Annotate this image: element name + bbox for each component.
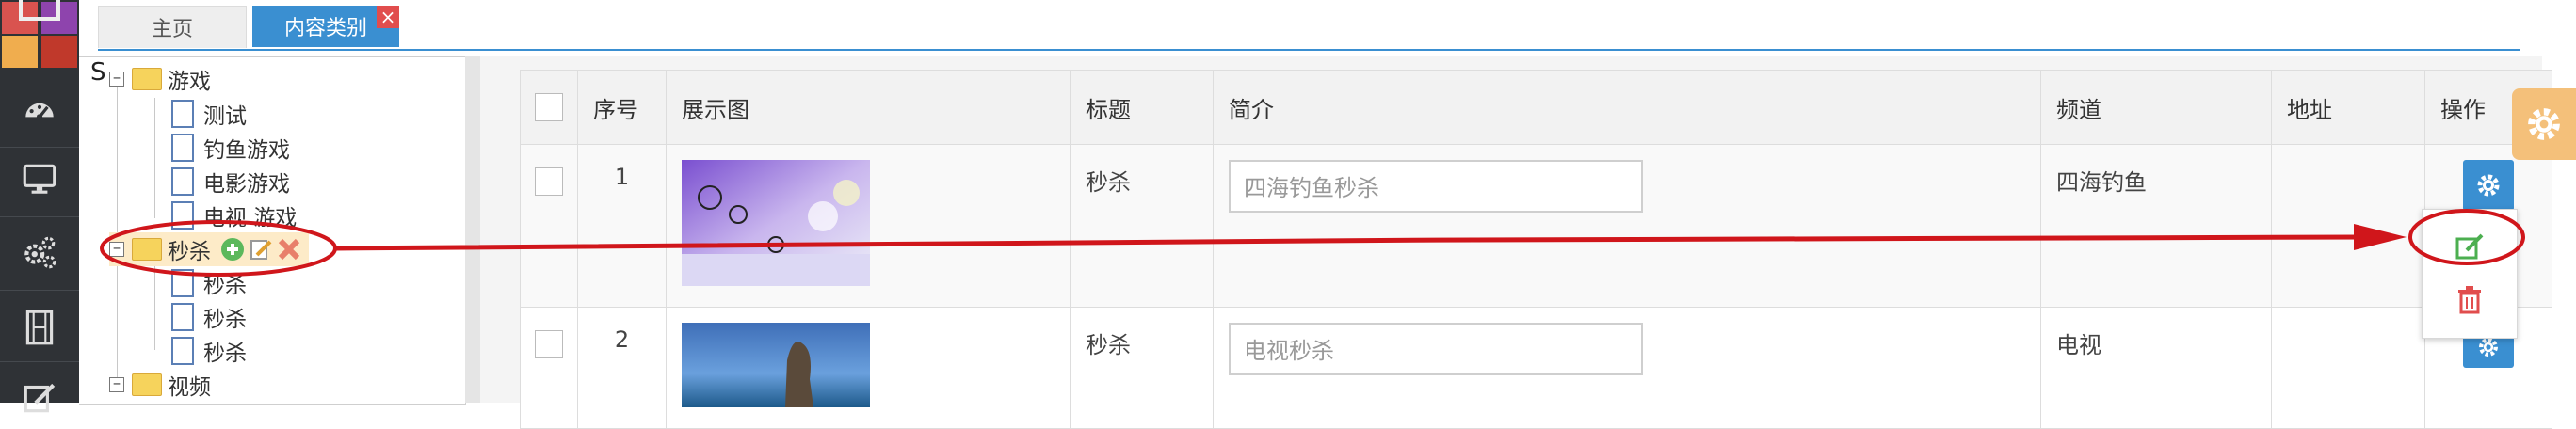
tree-item-flash-sale-3[interactable]: 秒杀 bbox=[171, 334, 247, 368]
dropdown-edit-item[interactable] bbox=[2451, 229, 2488, 266]
cogs-icon[interactable] bbox=[0, 224, 79, 280]
row-select-cell bbox=[520, 144, 578, 308]
tree-item-fishing-game[interactable]: 钓鱼游戏 bbox=[171, 131, 290, 165]
tab-home[interactable]: 主页 bbox=[98, 6, 247, 48]
tree-folder-flash-sale[interactable]: − 秒杀 bbox=[109, 232, 309, 266]
tab-close-button[interactable]: × bbox=[377, 6, 399, 28]
tree-item-flash-sale-2[interactable]: 秒杀 bbox=[171, 300, 247, 334]
column-header-intro[interactable]: 简介 bbox=[1213, 70, 2041, 145]
tab-underline bbox=[98, 49, 2520, 51]
row-checkbox[interactable] bbox=[535, 330, 563, 358]
tree-item-label: 秒杀 bbox=[203, 342, 247, 366]
document-icon bbox=[171, 134, 194, 162]
row-checkbox[interactable] bbox=[535, 167, 563, 196]
collapse-toggle-icon[interactable]: − bbox=[109, 377, 124, 392]
document-icon bbox=[171, 201, 194, 230]
document-icon bbox=[171, 303, 194, 331]
column-header-channel[interactable]: 频道 bbox=[2040, 70, 2272, 145]
document-icon bbox=[171, 269, 194, 297]
tree-item-movie-game[interactable]: 电影游戏 bbox=[171, 165, 290, 199]
tree-item-label: 电视 游戏 bbox=[203, 206, 298, 230]
document-icon bbox=[171, 100, 194, 128]
delete-icon[interactable] bbox=[277, 237, 301, 262]
add-icon[interactable] bbox=[220, 237, 245, 262]
edit-icon[interactable] bbox=[0, 369, 79, 425]
table-row: 2 秒杀 电视秒杀 电视 bbox=[520, 307, 2552, 429]
tree-item-flash-sale-1[interactable]: 秒杀 bbox=[171, 266, 247, 300]
dropdown-delete-item[interactable] bbox=[2451, 281, 2488, 319]
settings-side-tab[interactable] bbox=[2512, 88, 2576, 160]
select-all-checkbox[interactable] bbox=[535, 93, 563, 121]
content-table: 序号 展示图 标题 简介 频道 地址 操作 1 秒杀 四海钓鱼秒杀 四海钓鱼 2… bbox=[520, 70, 2552, 429]
row-index: 2 bbox=[577, 307, 667, 429]
folder-icon bbox=[132, 373, 162, 396]
row-select-cell bbox=[520, 307, 578, 429]
gear-icon bbox=[2477, 174, 2500, 197]
trash-icon bbox=[2458, 286, 2481, 314]
row-intro-cell: 四海钓鱼秒杀 bbox=[1213, 144, 2041, 308]
row-image-cell bbox=[666, 307, 1071, 429]
tree-item-test[interactable]: 测试 bbox=[171, 97, 247, 131]
row-index: 1 bbox=[577, 144, 667, 308]
tree-root-marker: S bbox=[90, 58, 106, 87]
collapse-toggle-icon[interactable]: − bbox=[109, 72, 124, 87]
tree-folder-label: 游戏 bbox=[168, 70, 211, 94]
row-address bbox=[2271, 307, 2425, 429]
row-action-dropdown bbox=[2422, 209, 2518, 339]
row-image-cell bbox=[666, 144, 1071, 308]
document-icon bbox=[171, 337, 194, 365]
tree-item-label: 钓鱼游戏 bbox=[203, 138, 290, 163]
collapse-toggle-icon[interactable]: − bbox=[109, 242, 124, 257]
tree-item-label: 秒杀 bbox=[203, 274, 247, 298]
folder-icon bbox=[132, 68, 162, 90]
left-sidebar bbox=[0, 0, 79, 413]
app-logo bbox=[0, 0, 79, 68]
column-header-image[interactable]: 展示图 bbox=[666, 70, 1071, 145]
gear-icon bbox=[2528, 108, 2560, 140]
dashboard-icon[interactable] bbox=[0, 81, 79, 137]
film-icon[interactable] bbox=[0, 299, 79, 356]
row-action-button[interactable] bbox=[2463, 160, 2514, 211]
document-icon bbox=[171, 167, 194, 196]
display-image-thumbnail[interactable] bbox=[682, 160, 870, 286]
monitor-icon[interactable] bbox=[0, 151, 79, 207]
column-header-title[interactable]: 标题 bbox=[1070, 70, 1214, 145]
table-header-row: 序号 展示图 标题 简介 频道 地址 操作 bbox=[520, 70, 2552, 145]
tree-folder-video[interactable]: − 视频 bbox=[109, 368, 211, 402]
tree-item-label: 测试 bbox=[203, 104, 247, 129]
intro-textarea[interactable]: 电视秒杀 bbox=[1229, 323, 1643, 375]
tree-folder-games[interactable]: − 游戏 bbox=[109, 62, 211, 96]
display-image-thumbnail[interactable] bbox=[682, 323, 870, 407]
column-header-index[interactable]: 序号 bbox=[577, 70, 667, 145]
tree-item-label: 电影游戏 bbox=[203, 172, 290, 197]
row-title: 秒杀 bbox=[1070, 144, 1214, 308]
row-title: 秒杀 bbox=[1070, 307, 1214, 429]
row-channel: 四海钓鱼 bbox=[2040, 144, 2272, 308]
tree-item-tv-game[interactable]: 电视 游戏 bbox=[171, 199, 297, 232]
edit-icon bbox=[2455, 233, 2484, 260]
row-channel: 电视 bbox=[2040, 307, 2272, 429]
tree-item-label: 秒杀 bbox=[203, 308, 247, 332]
edit-icon[interactable] bbox=[249, 237, 273, 262]
row-address bbox=[2271, 144, 2425, 308]
folder-icon bbox=[132, 238, 162, 261]
intro-textarea[interactable]: 四海钓鱼秒杀 bbox=[1229, 160, 1643, 213]
table-row: 1 秒杀 四海钓鱼秒杀 四海钓鱼 bbox=[520, 144, 2552, 308]
tree-folder-label: 视频 bbox=[168, 375, 211, 400]
row-intro-cell: 电视秒杀 bbox=[1213, 307, 2041, 429]
panel-splitter[interactable] bbox=[465, 56, 480, 403]
tree-folder-label: 秒杀 bbox=[168, 240, 211, 264]
select-all-cell bbox=[520, 70, 578, 145]
column-header-address[interactable]: 地址 bbox=[2271, 70, 2425, 145]
